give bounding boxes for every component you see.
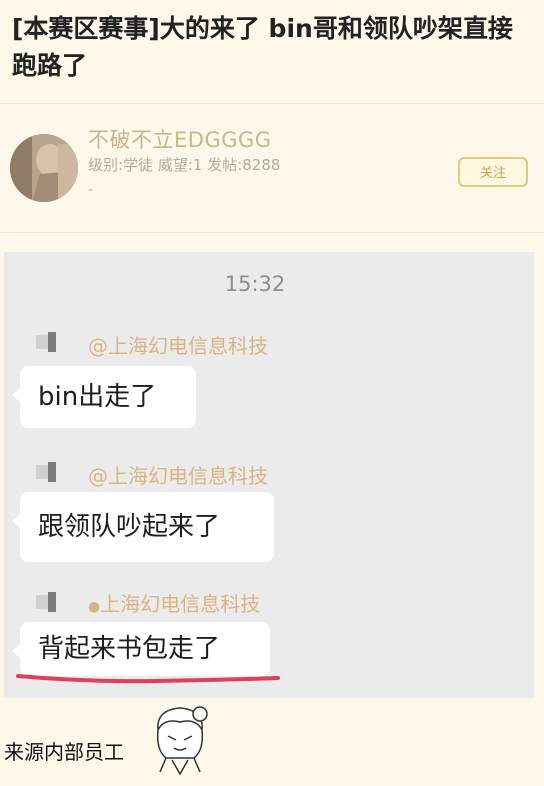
user-stats: 级别:学徒 威望:1 发帖:8288 bbox=[88, 156, 281, 174]
red-underline-annotation bbox=[16, 674, 280, 684]
follow-button[interactable]: 关注 bbox=[458, 157, 528, 187]
blurred-avatar bbox=[36, 462, 58, 484]
message-text: bin出走了 bbox=[38, 382, 157, 412]
post-title: [本赛区赛事]大的来了 bin哥和领队吵架直接跑路了 bbox=[12, 14, 513, 80]
source-caption: 来源内部员工 bbox=[4, 740, 124, 764]
message-text: 跟领队吵起来了 bbox=[38, 512, 221, 542]
mic-icon: ● bbox=[88, 599, 101, 615]
divider bbox=[0, 232, 544, 233]
message-sender: ●上海幻电信息科技 bbox=[88, 592, 261, 616]
anime-sticker-icon bbox=[156, 706, 208, 776]
avatar-image bbox=[10, 134, 78, 202]
username[interactable]: 不破不立EDGGGG bbox=[88, 124, 272, 154]
divider bbox=[0, 103, 544, 104]
message-sender: @上海幻电信息科技 bbox=[88, 334, 268, 358]
message-bubble: bin出走了 bbox=[12, 366, 196, 428]
user-signature: - bbox=[88, 182, 94, 198]
blurred-avatar bbox=[36, 592, 58, 614]
message-bubble: 跟领队吵起来了 bbox=[12, 492, 274, 562]
message-sender: @上海幻电信息科技 bbox=[88, 464, 268, 488]
chat-timestamp: 15:32 bbox=[224, 272, 286, 296]
user-avatar[interactable] bbox=[10, 134, 78, 202]
blurred-avatar bbox=[36, 332, 58, 354]
